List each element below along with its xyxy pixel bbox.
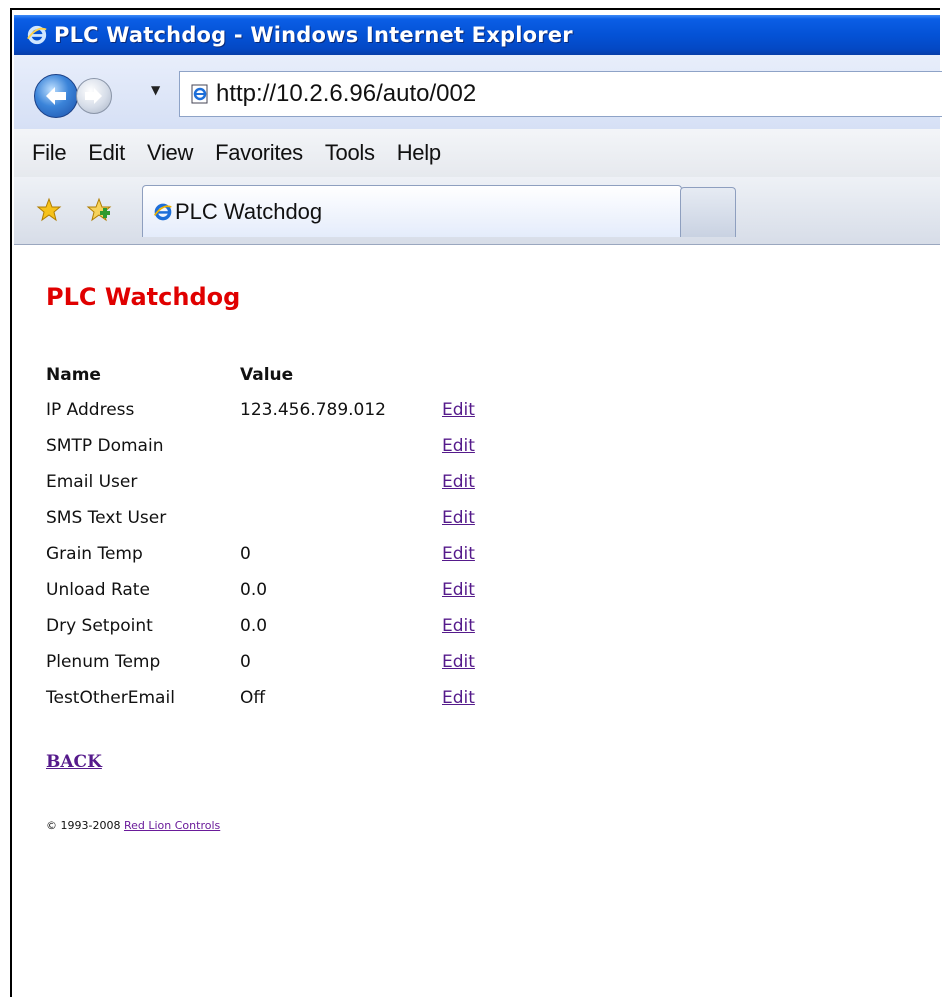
add-favorites-icon[interactable]	[86, 197, 112, 223]
window-title: PLC Watchdog - Windows Internet Explorer	[54, 23, 573, 47]
table-row: SMS Text User Edit	[46, 500, 475, 536]
ie-logo-icon	[153, 203, 172, 220]
back-button[interactable]	[34, 74, 78, 118]
edit-link[interactable]: Edit	[442, 472, 475, 492]
row-value	[240, 500, 442, 536]
edit-link[interactable]: Edit	[442, 580, 475, 600]
new-tab-button[interactable]	[680, 187, 736, 237]
menu-edit[interactable]: Edit	[76, 140, 135, 166]
row-name: Plenum Temp	[46, 652, 161, 672]
tab-bar: PLC Watchdog	[14, 177, 940, 245]
menu-view[interactable]: View	[135, 140, 203, 166]
page-content: PLC Watchdog Name Value IP Address 123.4…	[24, 245, 924, 995]
header-name: Name	[46, 365, 101, 385]
row-value	[240, 428, 442, 464]
menu-favorites[interactable]: Favorites	[203, 140, 313, 166]
table-row: TestOtherEmail Off Edit	[46, 680, 475, 716]
edit-link[interactable]: Edit	[442, 652, 475, 672]
menu-file[interactable]: File	[14, 140, 76, 166]
edit-link[interactable]: Edit	[442, 544, 475, 564]
forward-button[interactable]	[76, 78, 112, 114]
navigation-bar: ▼ http://10.2.6.96/auto/002	[14, 55, 942, 129]
table-row: Unload Rate 0.0 Edit	[46, 572, 475, 608]
table-header-row: Name Value	[46, 358, 475, 392]
row-value: 0.0	[240, 580, 268, 600]
edit-link[interactable]: Edit	[442, 616, 475, 636]
back-arrow-icon	[46, 87, 66, 105]
row-name: Email User	[46, 472, 138, 492]
window-titlebar: PLC Watchdog - Windows Internet Explorer	[14, 15, 940, 55]
table-row: Dry Setpoint 0.0 Edit	[46, 608, 475, 644]
footer: © 1993-2008 Red Lion Controls	[46, 819, 220, 832]
row-name: TestOtherEmail	[46, 688, 175, 708]
copyright-text: © 1993-2008	[46, 819, 121, 832]
row-value: 123.456.789.012	[240, 400, 387, 420]
table-row: Grain Temp 0 Edit	[46, 536, 475, 572]
tab-label: PLC Watchdog	[175, 198, 323, 224]
page-title: PLC Watchdog	[46, 283, 241, 311]
tab-plc-watchdog[interactable]: PLC Watchdog	[142, 185, 682, 237]
table-row: SMTP Domain Edit	[46, 428, 475, 464]
menu-bar: File Edit View Favorites Tools Help	[14, 129, 940, 177]
edit-link[interactable]: Edit	[442, 508, 475, 528]
recent-pages-dropdown[interactable]: ▼	[151, 83, 160, 97]
row-name: SMTP Domain	[46, 436, 164, 456]
row-value	[240, 464, 442, 500]
menu-help[interactable]: Help	[385, 140, 451, 166]
forward-arrow-icon	[85, 88, 102, 104]
page-icon	[191, 84, 208, 104]
favorites-star-icon[interactable]	[36, 197, 62, 223]
row-name: Grain Temp	[46, 544, 143, 564]
back-link[interactable]: BACK	[46, 752, 102, 772]
edit-link[interactable]: Edit	[442, 400, 475, 420]
row-value: 0.0	[240, 616, 268, 636]
address-bar[interactable]: http://10.2.6.96/auto/002	[179, 71, 942, 117]
header-action	[442, 358, 475, 392]
row-name: Dry Setpoint	[46, 616, 153, 636]
ie-logo-icon	[27, 25, 47, 45]
edit-link[interactable]: Edit	[442, 688, 475, 708]
edit-link[interactable]: Edit	[442, 436, 475, 456]
row-value: Off	[240, 688, 266, 708]
menu-tools[interactable]: Tools	[313, 140, 385, 166]
red-lion-link[interactable]: Red Lion Controls	[124, 819, 220, 832]
table-row: Email User Edit	[46, 464, 475, 500]
settings-table: Name Value IP Address 123.456.789.012 Ed…	[46, 358, 475, 716]
table-row: Plenum Temp 0 Edit	[46, 644, 475, 680]
row-name: IP Address	[46, 400, 135, 420]
row-value: 0	[240, 544, 251, 564]
row-name: SMS Text User	[46, 508, 167, 528]
header-value: Value	[240, 365, 294, 385]
url-text: http://10.2.6.96/auto/002	[216, 80, 477, 107]
table-row: IP Address 123.456.789.012 Edit	[46, 392, 475, 428]
row-value: 0	[240, 652, 251, 672]
row-name: Unload Rate	[46, 580, 150, 600]
